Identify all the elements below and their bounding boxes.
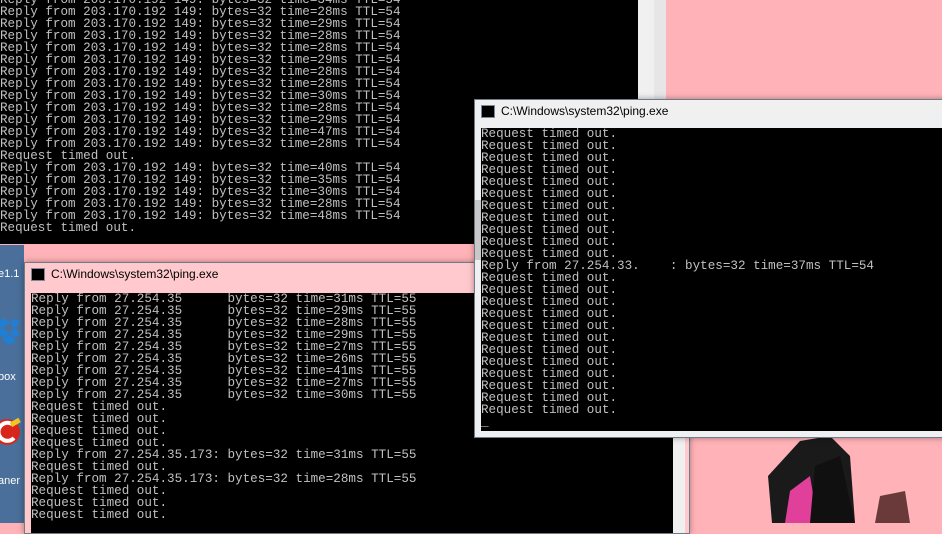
wallpaper-photo	[690, 436, 942, 523]
background-console-output: Reply from 203.170.192 149: bytes=32 tim…	[0, 0, 401, 234]
console-app-icon	[481, 105, 495, 118]
window-title: C:\Windows\system32\ping.exe	[51, 267, 219, 281]
desktop-label-mid[interactable]: box	[0, 371, 16, 383]
console-cursor: _	[481, 415, 489, 429]
dropbox-icon[interactable]	[0, 315, 20, 349]
window-title: C:\Windows\system32\ping.exe	[501, 104, 669, 118]
ccleaner-icon[interactable]	[0, 414, 22, 450]
console-body[interactable]: Request timed out. Request timed out. Requ…	[481, 128, 942, 431]
console-output: Request timed out. Request timed out. Requ…	[481, 128, 942, 428]
desktop-label-bottom[interactable]: aner	[0, 475, 20, 487]
title-bar[interactable]: C:\Windows\system32\ping.exe	[475, 100, 942, 122]
console-line: Request timed out.	[31, 508, 168, 522]
console-line: Request timed out.	[481, 403, 618, 417]
console-app-icon	[31, 268, 45, 281]
console-line: Request timed out.	[0, 221, 137, 235]
ping-window-2[interactable]: C:\Windows\system32\ping.exe Request tim…	[474, 99, 942, 438]
desktop-label-top[interactable]: e1.1	[0, 268, 19, 280]
